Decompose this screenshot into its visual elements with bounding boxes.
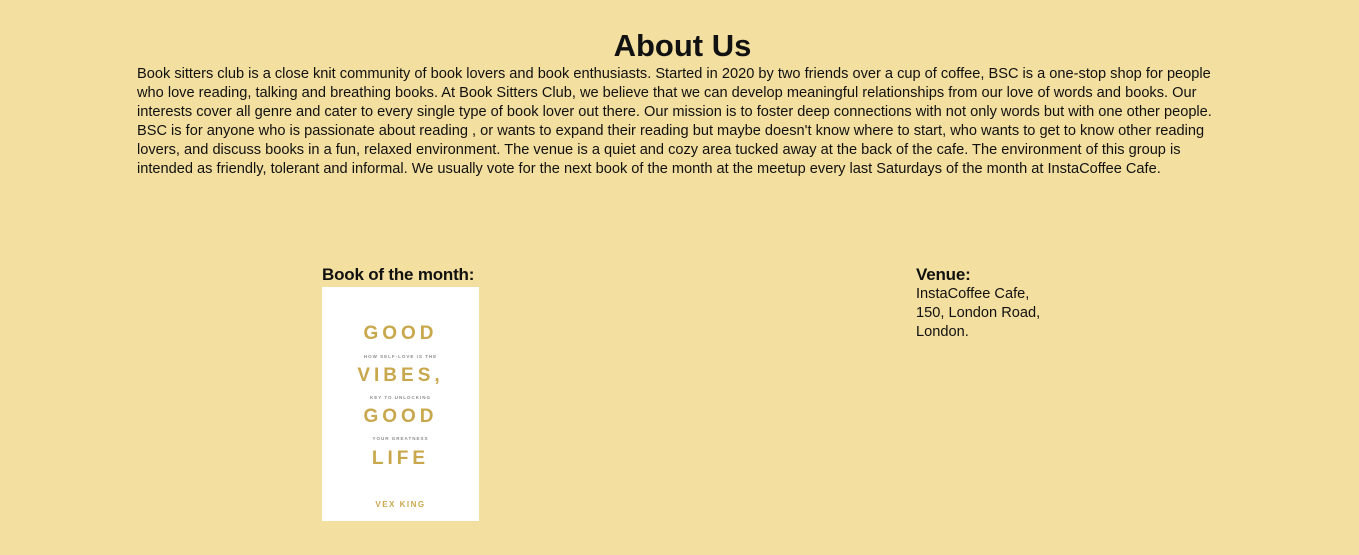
about-paragraph: BSC is for anyone who is passionate abou… bbox=[137, 123, 1205, 177]
book-of-the-month-heading: Book of the month: bbox=[322, 265, 475, 284]
cover-title-word: LIFE bbox=[371, 448, 430, 469]
venue-section: Venue: InstaCoffee Cafe, 150, London Roa… bbox=[916, 265, 1040, 342]
venue-heading: Venue: bbox=[916, 265, 971, 284]
venue-address-line: 150, London Road, bbox=[916, 305, 1041, 321]
about-paragraph: Book sitters club is a close knit commun… bbox=[137, 66, 1212, 120]
venue-address-line: InstaCoffee Cafe, bbox=[916, 286, 1030, 302]
book-cover-image: GOOD HOW SELF-LOVE IS THE VIBES, KEY TO … bbox=[322, 287, 479, 521]
cover-subtitle: YOUR GREATNESS bbox=[372, 436, 429, 441]
about-us-heading: About Us bbox=[613, 28, 752, 63]
cover-title-word: VIBES, bbox=[357, 365, 444, 386]
about-us-text: Book sitters club is a close knit commun… bbox=[137, 65, 1227, 179]
cover-subtitle: HOW SELF-LOVE IS THE bbox=[363, 354, 438, 359]
cover-title-word: GOOD bbox=[363, 406, 438, 427]
book-of-the-month-section: Book of the month: GOOD HOW SELF-LOVE IS… bbox=[322, 265, 479, 521]
cover-author: VEX KING bbox=[375, 500, 426, 509]
cover-title-word: GOOD bbox=[363, 323, 438, 344]
venue-address-line: London. bbox=[916, 324, 969, 340]
cover-subtitle: KEY TO UNLOCKING bbox=[369, 395, 432, 400]
